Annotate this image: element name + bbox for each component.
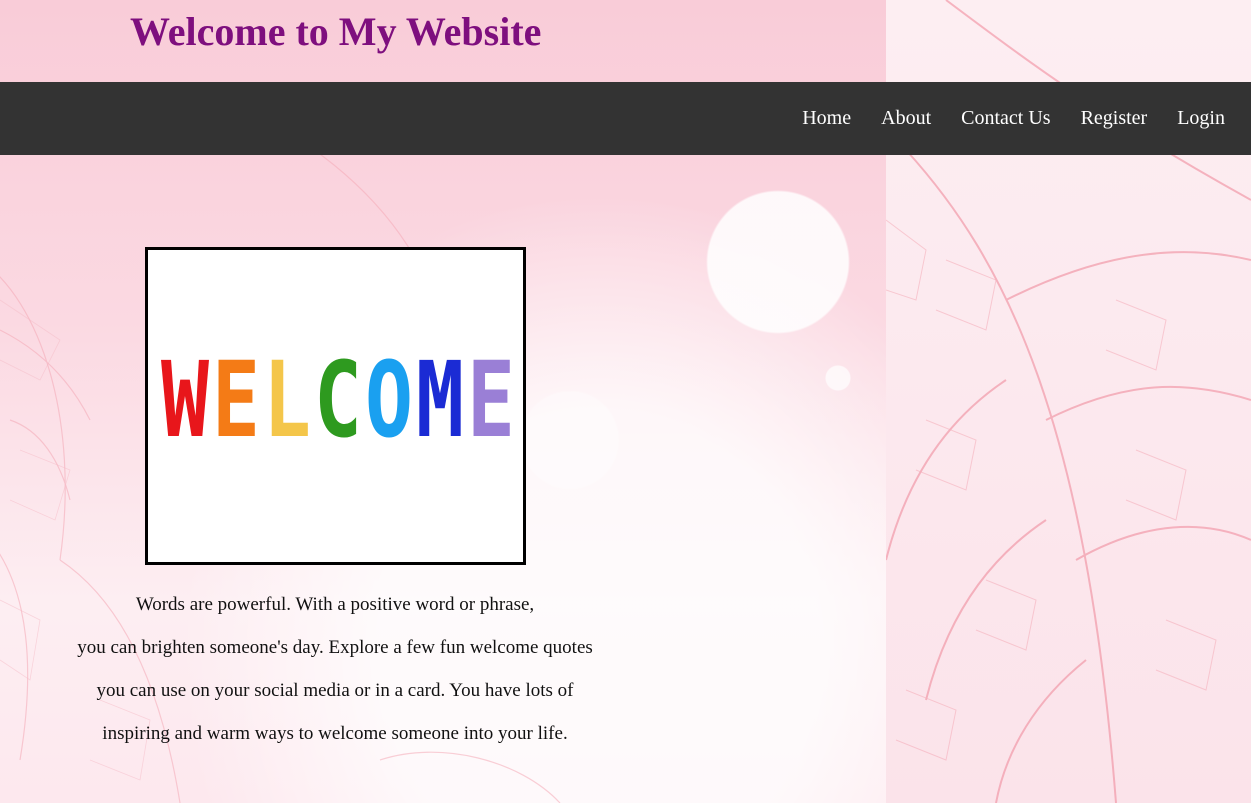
intro-line-1: Words are powerful. With a positive word… [135,594,535,615]
welcome-letters: WELCOME [161,339,515,461]
welcome-letter: C [314,339,362,461]
nav-menu: Home About Contact Us Register Login [772,82,1225,155]
nav-link-about[interactable]: About [851,82,931,155]
welcome-letter: E [467,339,515,461]
nav-item-about: About [851,82,931,155]
top-navbar: Home About Contact Us Register Login [0,82,1251,155]
welcome-image: WELCOME [145,247,526,565]
welcome-letter: E [212,339,260,461]
welcome-letter: L [263,339,311,461]
nav-link-login[interactable]: Login [1147,82,1225,155]
intro-line-2: you can brighten someone's day. Explore … [77,637,593,658]
nav-item-home: Home [772,82,851,155]
welcome-letter: M [416,339,464,461]
intro-text: Words are powerful. With a positive word… [40,583,630,755]
nav-item-login: Login [1147,82,1225,155]
nav-item-contact: Contact Us [931,82,1050,155]
nav-link-contact-us[interactable]: Contact Us [931,82,1050,155]
intro-line-4: inspiring and warm ways to welcome someo… [102,723,568,744]
nav-link-register[interactable]: Register [1051,82,1148,155]
nav-link-home[interactable]: Home [772,82,851,155]
intro-line-3: you can use on your social media or in a… [96,680,574,701]
nav-item-register: Register [1051,82,1148,155]
site-title: Welcome to My Website [130,9,542,54]
welcome-letter: O [365,339,413,461]
welcome-graphic: WELCOME [161,339,515,461]
welcome-letter: W [161,339,209,461]
